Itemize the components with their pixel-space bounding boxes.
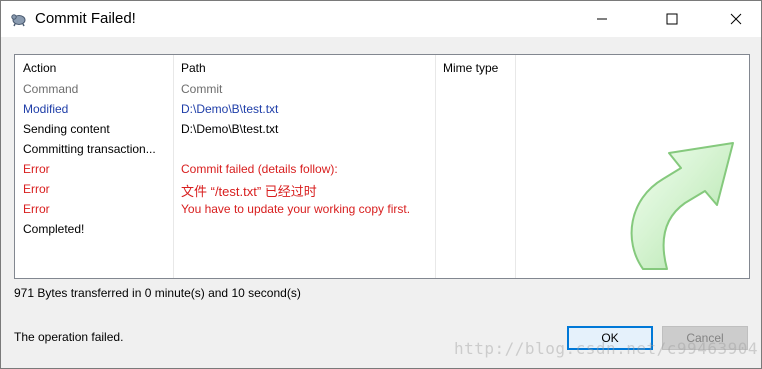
path-cell: D:\Demo\B\test.txt [181, 122, 279, 136]
tortoise-svn-icon [11, 14, 26, 27]
action-cell: Modified [23, 102, 69, 116]
column-header-path[interactable]: Path [181, 61, 206, 75]
list-item[interactable]: Command Commit [15, 79, 749, 99]
action-cell: Command [23, 82, 79, 96]
action-cell: Error [23, 202, 50, 216]
list-item[interactable]: Modified D:\Demo\B\test.txt [15, 99, 749, 119]
close-button[interactable] [713, 1, 759, 37]
maximize-icon [666, 13, 678, 25]
maximize-button[interactable] [649, 1, 695, 37]
path-cell: You have to update your working copy fir… [181, 202, 411, 216]
operation-result: The operation failed. [14, 330, 124, 344]
window-title: Commit Failed! [35, 10, 136, 27]
watermark: http://blog.csdn.net/c99463904 [454, 339, 758, 358]
path-cell: Commit [181, 82, 223, 96]
green-curved-arrow-icon [630, 142, 734, 270]
minimize-button[interactable] [579, 1, 625, 37]
action-cell: Error [23, 162, 50, 176]
path-cell: Commit failed (details follow): [181, 162, 338, 176]
path-cell: D:\Demo\B\test.txt [181, 102, 279, 116]
minimize-icon [597, 18, 607, 20]
commit-failed-dialog: Commit Failed! Action Path Mime type Com… [0, 0, 762, 369]
close-icon [730, 13, 742, 25]
action-cell: Completed! [23, 222, 85, 236]
transfer-status: 971 Bytes transferred in 0 minute(s) and… [14, 286, 301, 300]
action-cell: Error [23, 182, 50, 196]
action-cell: Committing transaction... [23, 142, 156, 156]
title-bar[interactable]: Commit Failed! [1, 1, 761, 37]
column-header-mime-type[interactable]: Mime type [443, 61, 498, 75]
action-cell: Sending content [23, 122, 110, 136]
path-cell: 文件 “/test.txt” 已经过时 [181, 184, 317, 199]
column-header-action[interactable]: Action [23, 61, 56, 75]
